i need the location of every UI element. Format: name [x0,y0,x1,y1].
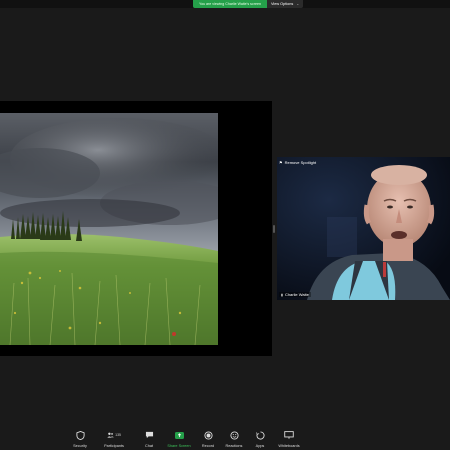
participants-label: Participants [104,444,124,448]
screen-share-banner: You are viewing Charlie Waite's screen V… [193,0,304,8]
apps-icon [255,430,265,439]
chat-icon [145,431,153,439]
security-label: Security [73,444,87,448]
reactions-label: Reactions [225,444,243,448]
chat-label: Chat [144,444,154,448]
view-options-button[interactable]: View Options ⌄ [266,0,304,8]
shared-screen [0,101,272,356]
security-button[interactable]: Security [62,430,98,448]
apps-label: Apps [255,444,265,448]
remove-spotlight-label: Remove Spotlight [284,160,317,165]
participant-name-tag: ▮ Charlie Waite [279,292,311,297]
participant-video [277,157,450,300]
whiteboards-button[interactable]: Whiteboards [271,430,307,448]
record-icon [203,430,213,440]
split-view-handle[interactable] [273,225,275,233]
view-options-label: View Options [270,2,294,6]
signal-bars-icon: ▮ [281,292,283,297]
meeting-toolbar: Security 135 Participants Chat Share Scr… [0,428,450,450]
chevron-down-icon: ⌄ [296,2,300,6]
participants-button[interactable]: 135 Participants [96,430,132,448]
participant-count: 135 [115,433,121,437]
record-label: Record [201,444,215,448]
participant-name: Charlie Waite [284,292,309,297]
shared-landscape-photo [0,113,218,345]
whiteboards-label: Whiteboards [278,444,300,448]
shield-icon [75,430,85,440]
spotlight-icon: ⚑ [279,160,283,165]
share-screen-label: Share Screen [167,444,191,448]
viewing-screen-message: You are viewing Charlie Waite's screen [193,0,267,8]
smiley-icon [229,430,239,440]
remove-spotlight-button[interactable]: ⚑ Remove Spotlight [279,160,316,165]
share-screen-icon [174,431,184,439]
people-icon [107,432,114,438]
whiteboard-icon [284,431,294,439]
